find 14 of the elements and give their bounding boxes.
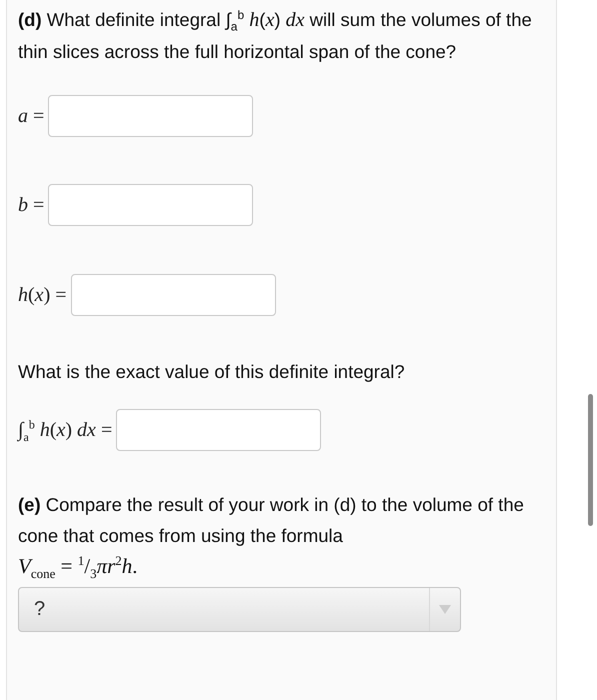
answer-field[interactable]: [48, 184, 254, 226]
field-label: a =: [18, 104, 44, 126]
caret-icon: [439, 605, 451, 614]
field-label: b =: [18, 194, 44, 216]
question-text: (e) Compare the result of your work in (d) to the volume of the cone that comes from using the formula: [18, 494, 524, 546]
answer-dropdown[interactable]: ?: [18, 587, 461, 632]
formula-text: V$_{cone}$ = $^{1}$/$_{3}$πr$^{2}$h.: [18, 554, 138, 578]
field-label: h(x) =: [18, 284, 67, 306]
answer-field[interactable]: [48, 95, 254, 137]
question-text: (d) What definite integral ∫$_{a}$$^{b}$ h(x) dx will sum the volumes of the thin slices across the full horizontal span of the cone?: [18, 9, 532, 62]
question-text: What is the exact value of this definite integral?: [18, 361, 405, 382]
answer-field[interactable]: [116, 409, 322, 451]
integral-label: ∫$_{a}$$^{b}$ h(x) dx =: [18, 418, 112, 440]
answer-field[interactable]: [70, 274, 276, 316]
